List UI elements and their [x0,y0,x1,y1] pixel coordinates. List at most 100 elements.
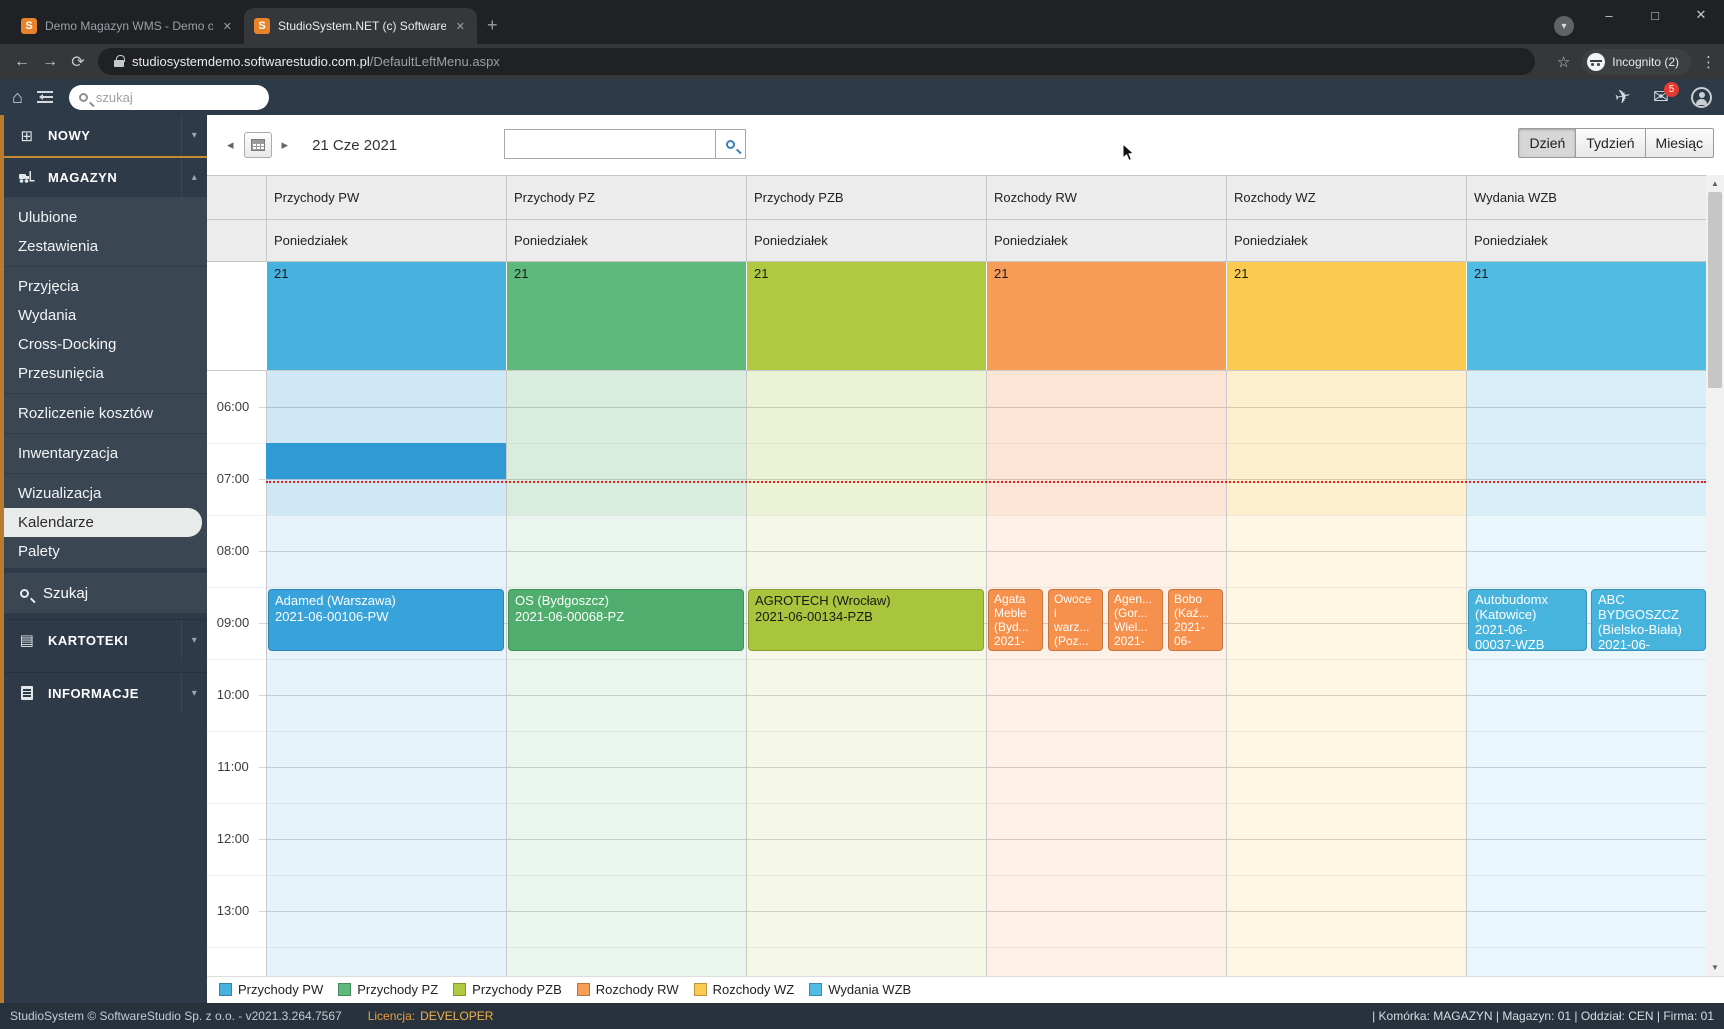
time-slot[interactable] [747,803,986,839]
sidebar-item-wizualizacja[interactable]: Wizualizacja [4,479,207,508]
time-slot[interactable] [1227,839,1466,875]
time-slot[interactable] [747,875,986,911]
time-slot[interactable] [987,911,1226,947]
time-slot[interactable] [1227,911,1466,947]
time-slot[interactable] [267,479,506,515]
sidebar-item-kalendarze[interactable]: Kalendarze [4,508,202,537]
date-picker-button[interactable] [244,132,272,158]
time-slot[interactable] [267,659,506,695]
browser-menu-icon[interactable]: ⋮ [1701,53,1716,71]
sidebar-section-kartoteki[interactable]: ▤ KARTOTEKI ▾ [4,619,207,660]
time-slot[interactable] [987,659,1226,695]
time-slot[interactable] [747,911,986,947]
calendar-event[interactable]: Bobo(Kaź...2021-06- [1168,589,1223,651]
time-slot[interactable] [1227,623,1466,659]
home-icon[interactable]: ⌂ [12,87,23,108]
time-slot[interactable] [747,731,986,767]
scroll-up-icon[interactable]: ▲ [1706,175,1724,192]
time-slot[interactable] [747,515,986,551]
time-slot[interactable] [1467,695,1706,731]
time-slot[interactable] [747,479,986,515]
window-maximize-button[interactable]: □ [1632,0,1678,30]
time-slot[interactable] [1467,407,1706,443]
bookmark-star-icon[interactable]: ☆ [1557,53,1570,71]
time-slot[interactable] [1467,839,1706,875]
calendar-event[interactable]: OS (Bydgoszcz)2021-06-00068-PZ [508,589,744,651]
view-month-button[interactable]: Miesiąc [1646,128,1714,158]
time-slot[interactable] [507,479,746,515]
global-search-input[interactable] [96,90,246,105]
tab-search-dropdown-icon[interactable]: ▾ [1554,16,1574,36]
time-slot[interactable] [747,839,986,875]
all-day-band[interactable]: 21 [1226,262,1466,370]
time-slot[interactable] [987,731,1226,767]
next-day-icon[interactable]: ▸ [276,137,295,153]
time-slot[interactable] [987,371,1226,407]
time-slot[interactable] [987,515,1226,551]
time-slot[interactable] [1227,803,1466,839]
time-slot[interactable] [1467,659,1706,695]
time-slot[interactable] [507,839,746,875]
time-slot[interactable] [267,515,506,551]
time-slot[interactable] [1467,551,1706,587]
time-slot[interactable] [507,803,746,839]
sidebar-item-przesuni-cia[interactable]: Przesunięcia [4,359,207,388]
address-bar[interactable]: studiosystemdemo.softwarestudio.com.pl/D… [98,48,1535,75]
chevron-down-icon[interactable]: ▾ [181,673,207,713]
time-slot[interactable] [1227,551,1466,587]
collapse-menu-icon[interactable] [37,91,53,103]
calendar-event[interactable]: Owoceiwarz...(Poz... [1048,589,1103,651]
time-slot[interactable] [1227,659,1466,695]
time-slot[interactable] [1227,587,1466,623]
time-slot[interactable] [987,695,1226,731]
sidebar-item-cross-docking[interactable]: Cross-Docking [4,330,207,359]
time-slot[interactable] [267,947,506,976]
time-slot[interactable] [507,875,746,911]
window-minimize-button[interactable]: – [1586,0,1632,30]
time-slot[interactable] [267,875,506,911]
time-slot[interactable] [507,551,746,587]
time-slot[interactable] [1467,479,1706,515]
time-slot[interactable] [1467,371,1706,407]
time-slot[interactable] [1227,371,1466,407]
sidebar-section-magazyn[interactable]: MAGAZYN ▴ [4,156,207,197]
all-day-band[interactable]: 21 [1466,262,1706,370]
time-slot[interactable] [1467,947,1706,976]
all-day-band[interactable]: 21 [986,262,1226,370]
prev-day-icon[interactable]: ◂ [221,137,240,153]
time-slot[interactable] [267,911,506,947]
time-slot[interactable] [507,731,746,767]
time-slot[interactable] [747,695,986,731]
time-slot[interactable] [507,947,746,976]
sidebar-item-przyj-cia[interactable]: Przyjęcia [4,272,207,301]
time-slot[interactable] [747,407,986,443]
chevron-up-icon[interactable]: ▴ [181,158,207,197]
all-day-band[interactable]: 21 [506,262,746,370]
time-slot[interactable] [507,407,746,443]
time-slot[interactable] [987,443,1226,479]
time-slot[interactable] [1227,875,1466,911]
browser-tab-1[interactable]: S Demo Magazyn WMS - Demo on ✕ [11,8,244,44]
time-slot[interactable] [747,551,986,587]
time-slot[interactable] [1467,443,1706,479]
time-slot[interactable] [507,515,746,551]
time-slot[interactable] [1467,875,1706,911]
time-slot[interactable] [1227,443,1466,479]
calendar-event[interactable]: Agen...(Gor...Wiel...2021- [1108,589,1163,651]
sidebar-item-rozliczenie-koszt-w[interactable]: Rozliczenie kosztów [4,399,207,428]
sidebar-item-zestawienia[interactable]: Zestawienia [4,232,207,261]
sidebar-item-ulubione[interactable]: Ulubione [4,203,207,232]
calendar-search-input[interactable] [504,129,716,159]
calendar-event[interactable]: Adamed (Warszawa)2021-06-00106-PW [268,589,504,651]
calendar-event[interactable]: AgataMeble(Byd...2021- [988,589,1043,651]
time-slot[interactable] [1227,479,1466,515]
messages-button[interactable]: ✉ 5 [1653,86,1669,109]
time-slot[interactable] [987,551,1226,587]
forward-button[interactable]: → [36,53,64,71]
time-slot[interactable] [507,767,746,803]
sidebar-item-wydania[interactable]: Wydania [4,301,207,330]
time-slot[interactable] [1227,767,1466,803]
time-slot[interactable] [987,803,1226,839]
time-slot[interactable] [267,731,506,767]
back-button[interactable]: ← [8,53,36,71]
